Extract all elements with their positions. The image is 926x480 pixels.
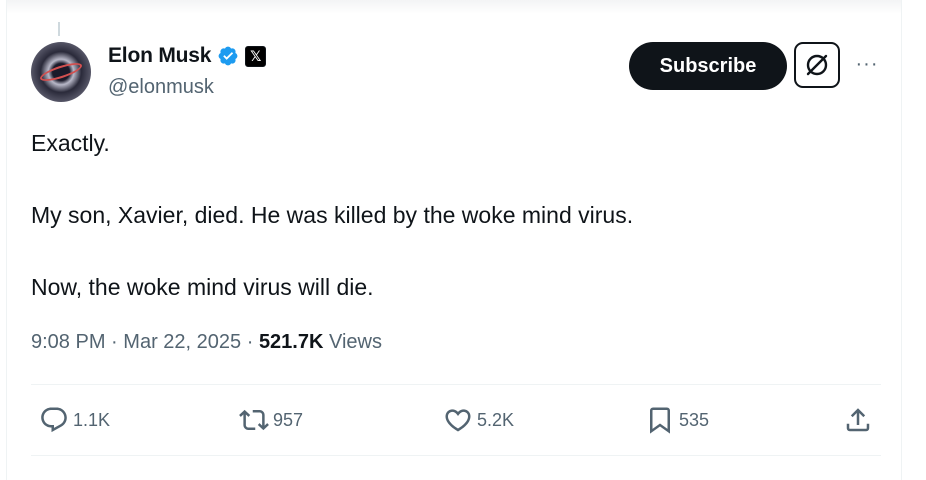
like-button[interactable]: 5.2K xyxy=(443,398,514,442)
grok-icon[interactable] xyxy=(794,42,840,88)
bookmark-count: 535 xyxy=(679,409,710,430)
share-icon xyxy=(846,408,870,432)
divider xyxy=(31,384,881,385)
verified-badge-icon[interactable] xyxy=(217,45,239,67)
avatar[interactable] xyxy=(31,42,91,102)
previous-post-fade xyxy=(7,0,901,14)
tweet-line: Exactly. xyxy=(31,130,110,156)
meta-separator: · xyxy=(246,331,254,353)
thread-connector-line xyxy=(58,22,60,36)
bookmark-icon xyxy=(650,407,670,434)
author-name-row: Elon Musk 𝕏 xyxy=(108,44,267,68)
x-logo-icon[interactable]: 𝕏 xyxy=(245,45,267,67)
reply-button[interactable]: 1.1K xyxy=(39,398,110,442)
tweet-line: My son, Xavier, died. He was killed by t… xyxy=(31,202,634,228)
tweet-date[interactable]: Mar 22, 2025 xyxy=(123,331,241,353)
tweet-line: Now, the woke mind virus will die. xyxy=(31,274,374,300)
reply-icon xyxy=(41,407,67,433)
action-bar: 1.1K 957 5.2K 535 xyxy=(31,398,881,442)
repost-button[interactable]: 957 xyxy=(239,398,303,442)
views-label: Views xyxy=(329,331,382,353)
share-button[interactable] xyxy=(843,398,873,442)
author-handle[interactable]: @elonmusk xyxy=(108,76,214,99)
heart-icon xyxy=(445,409,471,432)
tweet-text: Exactly. My son, Xavier, died. He was ki… xyxy=(31,128,871,344)
reply-count: 1.1K xyxy=(73,409,111,430)
tweet-time[interactable]: 9:08 PM xyxy=(31,331,105,353)
like-count: 5.2K xyxy=(477,409,515,430)
author-name[interactable]: Elon Musk xyxy=(108,44,211,68)
repost-count: 957 xyxy=(273,409,304,430)
tweet-card: Elon Musk 𝕏 @elonmusk Subscribe ··· Exac… xyxy=(6,0,902,480)
subscribe-button[interactable]: Subscribe xyxy=(629,42,787,90)
views-count[interactable]: 521.7K xyxy=(259,331,324,353)
divider xyxy=(31,455,881,456)
repost-icon xyxy=(239,409,269,431)
tweet-meta: 9:08 PM · Mar 22, 2025 · 521.7K Views xyxy=(31,331,382,354)
more-icon[interactable]: ··· xyxy=(853,52,881,76)
bookmark-button[interactable]: 535 xyxy=(645,398,709,442)
meta-separator: · xyxy=(111,331,118,353)
